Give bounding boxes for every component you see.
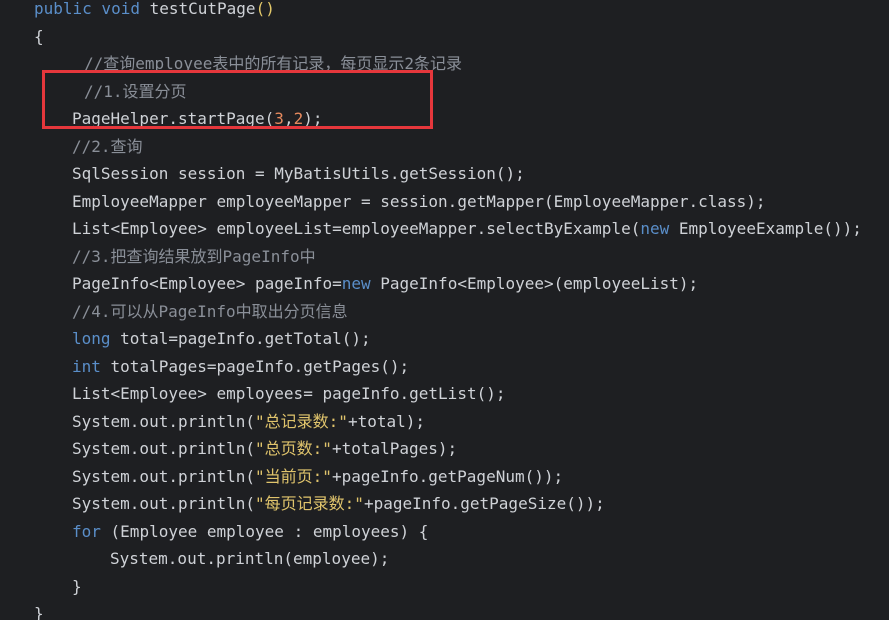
code-line-comment: //1.设置分页 — [0, 78, 187, 106]
string-literal: "每页记录数:" — [255, 494, 364, 513]
code-text: EmployeeExample()); — [669, 219, 862, 238]
number-literal: 2 — [293, 109, 304, 128]
code-text: +totalPages); — [331, 439, 458, 458]
code-line-println: System.out.println("总页数:"+totalPages); — [0, 435, 457, 463]
code-text: PageInfo<Employee> pageInfo= — [72, 274, 342, 293]
brace: } — [34, 604, 44, 620]
string-literal: "总记录数:" — [255, 411, 348, 431]
code-text: ); — [303, 109, 323, 128]
code-line-println: System.out.println("总记录数:"+total); — [0, 408, 425, 436]
code-text: PageInfo<Employee>(employeeList); — [370, 274, 699, 293]
code-text: System.out.println( — [72, 411, 256, 431]
method-name: testCutPage — [139, 0, 256, 18]
comment: //2.查询 — [72, 136, 143, 156]
keyword: for — [72, 521, 101, 541]
code-line-select: List<Employee> employeeList=employeeMapp… — [0, 215, 862, 243]
code-text: List<Employee> employeeList=employeeMapp… — [72, 219, 641, 238]
string-literal: "当前页:" — [255, 466, 332, 486]
code-text: PageHelper.startPage( — [72, 109, 275, 128]
keyword: new — [341, 274, 371, 293]
string-literal: "总页数:" — [255, 439, 332, 458]
code-line-println: System.out.println("每页记录数:"+pageInfo.get… — [0, 490, 605, 518]
code-text: System.out.println( — [72, 466, 256, 486]
number-literal: 3 — [274, 109, 284, 128]
code-line-page-info: PageInfo<Employee> pageInfo=new PageInfo… — [0, 270, 698, 298]
method-parens: () — [255, 0, 275, 18]
code-line-get-mapper: EmployeeMapper employeeMapper = session.… — [0, 188, 766, 216]
code-line-println: System.out.println("当前页:"+pageInfo.getPa… — [0, 463, 563, 491]
code-line-open-brace: { — [0, 23, 44, 51]
code-text: List<Employee> employees= pageInfo.getLi… — [72, 384, 506, 403]
code-text: EmployeeMapper employeeMapper = session.… — [72, 191, 766, 211]
comment: //查询employee表中的所有记录，每页显示2条记录 — [84, 54, 462, 73]
code-text: , — [283, 109, 294, 128]
code-line-get-list: List<Employee> employees= pageInfo.getLi… — [0, 380, 505, 408]
keyword: new — [640, 219, 670, 238]
code-line-total-pages: int totalPages=pageInfo.getPages(); — [0, 353, 409, 381]
code-line-close-brace: } — [0, 600, 44, 620]
comment: //3.把查询结果放到PageInfo中 — [72, 246, 316, 266]
keyword: int — [72, 356, 101, 376]
brace: { — [34, 26, 44, 46]
code-line-start-page: PageHelper.startPage(3,2); — [0, 105, 322, 133]
code-text: total=pageInfo.getTotal(); — [110, 329, 371, 348]
code-text: SqlSession session = MyBatisUtils.getSes… — [72, 164, 525, 183]
code-line-comment: //4.可以从PageInfo中取出分页信息 — [0, 298, 348, 326]
code-line-comment: //查询employee表中的所有记录，每页显示2条记录 — [0, 50, 462, 78]
code-text: (Employee employee : employees) { — [100, 521, 429, 541]
code-line-comment: //2.查询 — [0, 133, 143, 161]
brace: } — [72, 576, 82, 596]
comment: //1.设置分页 — [84, 81, 187, 101]
code-line-println-employee: System.out.println(employee); — [0, 545, 389, 573]
code-text: totalPages=pageInfo.getPages(); — [100, 356, 410, 376]
code-text: System.out.println( — [72, 494, 256, 513]
keyword: public void — [34, 0, 140, 18]
code-line-total: long total=pageInfo.getTotal(); — [0, 325, 371, 353]
keyword: long — [72, 329, 111, 348]
code-editor[interactable]: public void testCutPage() { //查询employee… — [0, 0, 889, 620]
code-line-comment: //3.把查询结果放到PageInfo中 — [0, 243, 316, 271]
code-text: System.out.println( — [72, 439, 256, 458]
code-line-method-signature: public void testCutPage() — [0, 0, 275, 23]
code-line-for-loop: for (Employee employee : employees) { — [0, 518, 428, 546]
code-line-close-brace: } — [0, 573, 82, 601]
code-text: +pageInfo.getPageSize()); — [363, 494, 605, 513]
code-line-get-session: SqlSession session = MyBatisUtils.getSes… — [0, 160, 525, 188]
comment: //4.可以从PageInfo中取出分页信息 — [72, 301, 348, 321]
code-text: +total); — [347, 411, 425, 431]
code-text: System.out.println(employee); — [110, 549, 390, 568]
code-text: +pageInfo.getPageNum()); — [331, 466, 564, 486]
